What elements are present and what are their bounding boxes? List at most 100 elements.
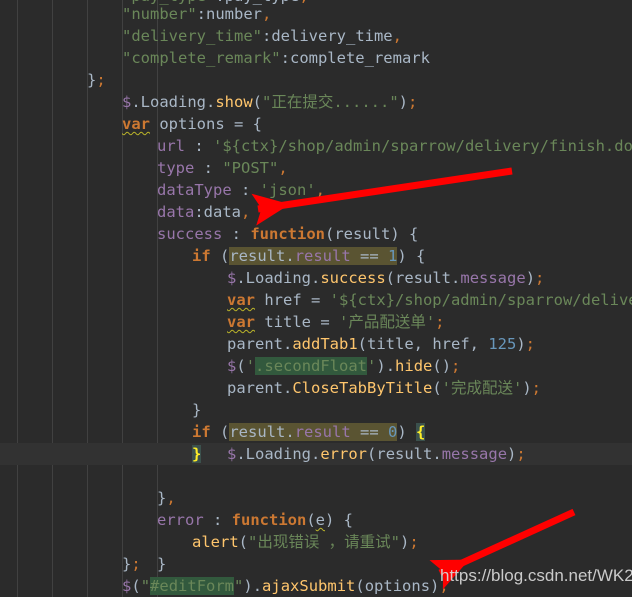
line-loading-show[interactable]: $.Loading.show("正在提交......"); (0, 91, 417, 113)
code-token: url (157, 137, 185, 155)
code-token: 'json' (259, 181, 316, 199)
line-close-data-object[interactable]: }; (0, 69, 106, 91)
code-token: == (350, 247, 389, 265)
line-url[interactable]: url : '${ctx}/shop/admin/sparrow/deliver… (0, 135, 632, 157)
code-token: "delivery_time" (122, 27, 262, 45)
code-token: "complete_remark" (122, 49, 281, 67)
code-token: ) (397, 423, 417, 441)
code-token: function (231, 511, 307, 529)
code-token: } (122, 555, 132, 573)
code-token: ( (210, 247, 230, 265)
line-close-if-1[interactable]: } (0, 399, 201, 421)
code-token: href = (255, 291, 330, 309)
code-token: result (294, 247, 351, 265)
line-var-options[interactable]: var options = { (0, 113, 262, 135)
line-delivery-time[interactable]: "delivery_time":delivery_time, (0, 25, 402, 47)
line-close-success[interactable]: }, (0, 487, 176, 509)
code-token: : (196, 5, 206, 23)
code-token: ( (385, 269, 396, 287)
line-var-href[interactable]: var href = '${ctx}/shop/admin/sparrow/de… (0, 289, 632, 311)
code-token: , (315, 181, 325, 199)
code-token: parent. (227, 379, 293, 397)
code-token: parent. (227, 335, 293, 353)
line-closetabbytitle[interactable]: parent.CloseTabByTitle('完成配送'); (0, 377, 541, 399)
code-token: ; (535, 269, 545, 287)
line-error-handler[interactable]: error : function(e) { (0, 509, 353, 531)
code-token: ; (435, 313, 445, 331)
code-token: alert (192, 533, 239, 551)
code-token: ( (238, 533, 249, 551)
code-token: result (376, 445, 433, 463)
code-token: e (315, 511, 326, 529)
line-loading-success[interactable]: $.Loading.success(result.message); (0, 267, 544, 289)
code-token: '${ctx}/shop/admin/sparrow/delivery/fini… (213, 137, 632, 155)
code-token: ) { (397, 247, 426, 265)
line-complete-remark[interactable]: "complete_remark":complete_remark (0, 47, 430, 69)
code-token: ( (355, 577, 365, 595)
line-close-if-0[interactable]: } (0, 443, 202, 465)
code-token: '产品配送单' (339, 313, 436, 331)
line-if-result-1[interactable]: if (result.result == 1) { (0, 245, 425, 267)
code-token: $ (227, 357, 237, 375)
code-token: 0 (388, 423, 398, 441)
code-token: , (392, 27, 402, 45)
code-token: : (222, 225, 251, 243)
code-token: == (350, 423, 389, 441)
code-token: { (416, 423, 426, 441)
code-token: var (227, 291, 255, 309)
line-var-title[interactable]: var title = '产品配送单'; (0, 311, 445, 333)
code-token: " (140, 577, 151, 595)
code-token: ; (408, 93, 418, 111)
code-token: . (285, 247, 295, 265)
code-token: } (157, 489, 167, 507)
line-secondfloat-hide[interactable]: $('.secondFloat').hide(); (0, 355, 460, 377)
line-if-result-0[interactable]: if (result.result == 0) { (0, 421, 426, 443)
code-token: result (395, 269, 452, 287)
code-token: ). (243, 577, 263, 595)
code-token: : (261, 27, 272, 45)
code-token: .secondFloat (255, 357, 368, 375)
line-number[interactable]: "number":number, (0, 3, 271, 25)
code-token: ; (409, 533, 419, 551)
code-token: ( (252, 93, 263, 111)
code-token: } (87, 71, 97, 89)
code-token: : (194, 203, 204, 221)
code-token: : (185, 137, 213, 155)
code-token: complete_remark (289, 49, 430, 67)
code-token: } (192, 445, 202, 463)
line-data-data[interactable]: data:data, (0, 201, 250, 223)
code-token: " (234, 577, 244, 595)
line-addtab1[interactable]: parent.addTab1(title, href, 125); (0, 333, 535, 355)
code-token: if (192, 423, 211, 441)
code-token: addTab1 (292, 335, 358, 353)
code-token: ( (367, 445, 377, 463)
line-ajaxsubmit[interactable]: $("#editForm").ajaxSubmit(options); (0, 575, 449, 597)
line-success[interactable]: success : function(result) { (0, 223, 418, 245)
code-token: , (278, 159, 288, 177)
code-token: ( (432, 379, 442, 397)
code-token: , (299, 0, 308, 5)
code-token: . (285, 423, 295, 441)
line-close-options[interactable]: }; (0, 553, 141, 575)
code-token: result (229, 247, 286, 265)
code-text-area[interactable]: "pay_type":pay_type,"number":number,"del… (0, 0, 632, 597)
code-token: : (280, 49, 290, 67)
code-token: #editForm (150, 577, 235, 595)
code-token: } (192, 401, 202, 419)
line-alert[interactable]: alert("出现错误 ，请重试"); (0, 531, 419, 553)
code-token: ; (525, 335, 536, 353)
code-token: var (227, 313, 255, 331)
code-token: ; (131, 555, 141, 573)
code-token: "正在提交......" (262, 93, 399, 111)
code-token: ) { (325, 511, 354, 529)
line-datatype[interactable]: dataType : 'json', (0, 179, 325, 201)
code-token: ; (531, 379, 542, 397)
code-token: ' (367, 357, 377, 375)
code-token: 125 (488, 335, 517, 353)
code-token: error (320, 445, 368, 463)
code-token: : (231, 181, 260, 199)
code-token: data (203, 203, 241, 221)
code-token: ( (236, 357, 246, 375)
line-type[interactable]: type : "POST", (0, 157, 288, 179)
code-token: ) (507, 445, 517, 463)
